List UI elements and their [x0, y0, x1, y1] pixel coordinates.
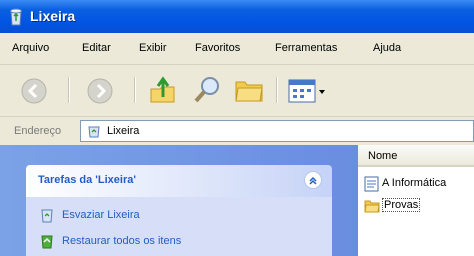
title-bar: Lixeira	[0, 0, 474, 33]
menu-ajuda[interactable]: Ajuda	[373, 42, 401, 54]
tasks-panel-header[interactable]: Tarefas da 'Lixeira'	[26, 165, 332, 197]
address-label: Endereço	[14, 125, 62, 137]
address-bar: Endereço Lixeira	[0, 117, 474, 145]
up-folder-icon[interactable]	[148, 75, 178, 108]
address-value: Lixeira	[107, 125, 140, 137]
task-empty-recycle-bin[interactable]: Esvaziar Lixeira	[40, 207, 320, 223]
recycle-bin-icon	[8, 6, 24, 26]
window-title: Lixeira	[30, 8, 76, 24]
menu-favoritos[interactable]: Favoritos	[195, 42, 240, 54]
views-icon[interactable]	[288, 78, 328, 107]
back-icon[interactable]	[20, 77, 48, 108]
folders-icon[interactable]	[234, 76, 264, 107]
list-item[interactable]: Provas	[364, 197, 474, 215]
menu-arquivo[interactable]: Arquivo	[12, 42, 49, 54]
empty-bin-icon	[40, 207, 54, 223]
file-list: Nome A Informática Provas	[358, 145, 474, 256]
menu-exibir[interactable]: Exibir	[139, 42, 167, 54]
file-name: Provas	[382, 198, 421, 212]
menu-ferramentas[interactable]: Ferramentas	[275, 42, 337, 54]
menu-editar[interactable]: Editar	[82, 42, 111, 54]
document-icon	[364, 176, 380, 192]
restore-icon	[40, 233, 54, 249]
recycle-bin-icon	[87, 124, 101, 138]
column-header-name[interactable]: Nome	[358, 145, 474, 167]
tasks-panel-body: Esvaziar Lixeira Restaurar todos os iten…	[26, 197, 332, 256]
collapse-button[interactable]	[304, 171, 322, 189]
file-name: A Informática	[382, 177, 447, 189]
folder-icon	[364, 198, 380, 214]
list-item[interactable]: A Informática	[364, 175, 474, 193]
forward-icon[interactable]	[86, 77, 114, 108]
address-input[interactable]: Lixeira	[80, 120, 474, 142]
toolbar-separator	[134, 77, 136, 103]
search-icon[interactable]	[192, 75, 222, 108]
task-label: Restaurar todos os itens	[62, 235, 182, 247]
task-label: Esvaziar Lixeira	[62, 209, 140, 221]
chevron-up-icon	[309, 176, 317, 185]
task-restore-all[interactable]: Restaurar todos os itens	[40, 233, 320, 249]
toolbar	[0, 65, 474, 117]
column-header-label: Nome	[368, 150, 398, 162]
menu-bar: Arquivo Editar Exibir Favoritos Ferramen…	[0, 33, 474, 65]
tasks-panel: Tarefas da 'Lixeira' Esvaziar Lixeira Re…	[26, 165, 332, 256]
task-pane: Tarefas da 'Lixeira' Esvaziar Lixeira Re…	[0, 145, 358, 256]
toolbar-separator	[276, 77, 278, 103]
toolbar-separator	[68, 77, 70, 103]
tasks-panel-title: Tarefas da 'Lixeira'	[38, 174, 136, 186]
